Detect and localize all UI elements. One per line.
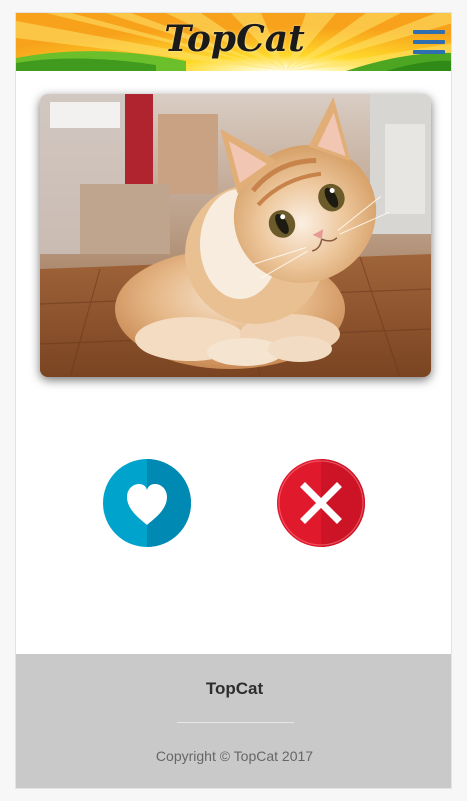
cat-photo: [40, 94, 431, 377]
hamburger-menu-icon[interactable]: [413, 30, 445, 56]
like-button[interactable]: [103, 459, 191, 547]
footer: TopCat Copyright © TopCat 2017: [16, 654, 451, 788]
dislike-button[interactable]: [277, 459, 365, 547]
cat-photo-image: [40, 94, 431, 377]
menu-bar: [413, 50, 445, 54]
footer-title: TopCat: [205, 679, 264, 698]
footer-copyright: Copyright © TopCat 2017: [155, 748, 314, 764]
app-logo[interactable]: TopCat: [16, 15, 451, 63]
close-icon: [277, 459, 365, 547]
app-frame: TopCat TopCat Copyright © TopCat 2017: [15, 12, 452, 789]
menu-bar: [413, 30, 445, 34]
menu-bar: [413, 40, 445, 44]
header-banner: TopCat: [16, 13, 451, 71]
heart-icon: [103, 459, 191, 547]
footer-divider: [177, 722, 294, 723]
